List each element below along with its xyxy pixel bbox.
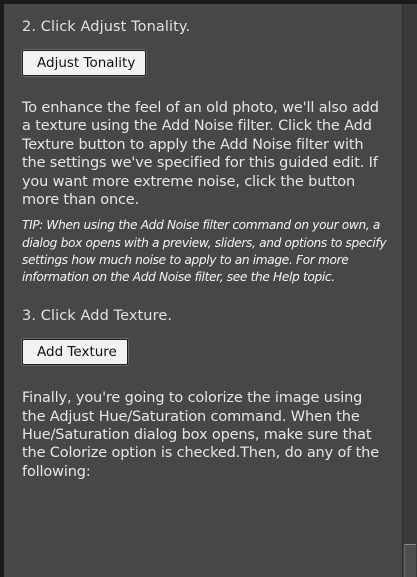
scrollbar-thumb[interactable]	[404, 544, 416, 577]
guided-edit-panel: 2. Click Adjust Tonality. Adjust Tonalit…	[22, 18, 389, 481]
texture-description: To enhance the feel of an old photo, we'…	[22, 100, 379, 209]
step-2-instruction: 2. Click Adjust Tonality.	[22, 19, 191, 35]
add-texture-button[interactable]: Add Texture	[22, 339, 128, 366]
vertical-scrollbar[interactable]	[402, 4, 417, 577]
colorize-description: Finally, you're going to colorize the im…	[22, 390, 379, 480]
tip-text: TIP: When using the Add Noise filter com…	[22, 218, 387, 285]
guided-edit-window: 2. Click Adjust Tonality. Adjust Tonalit…	[0, 0, 417, 577]
adjust-tonality-button[interactable]: Adjust Tonality	[22, 50, 147, 76]
step-3-instruction: 3. Click Add Texture.	[22, 308, 173, 325]
